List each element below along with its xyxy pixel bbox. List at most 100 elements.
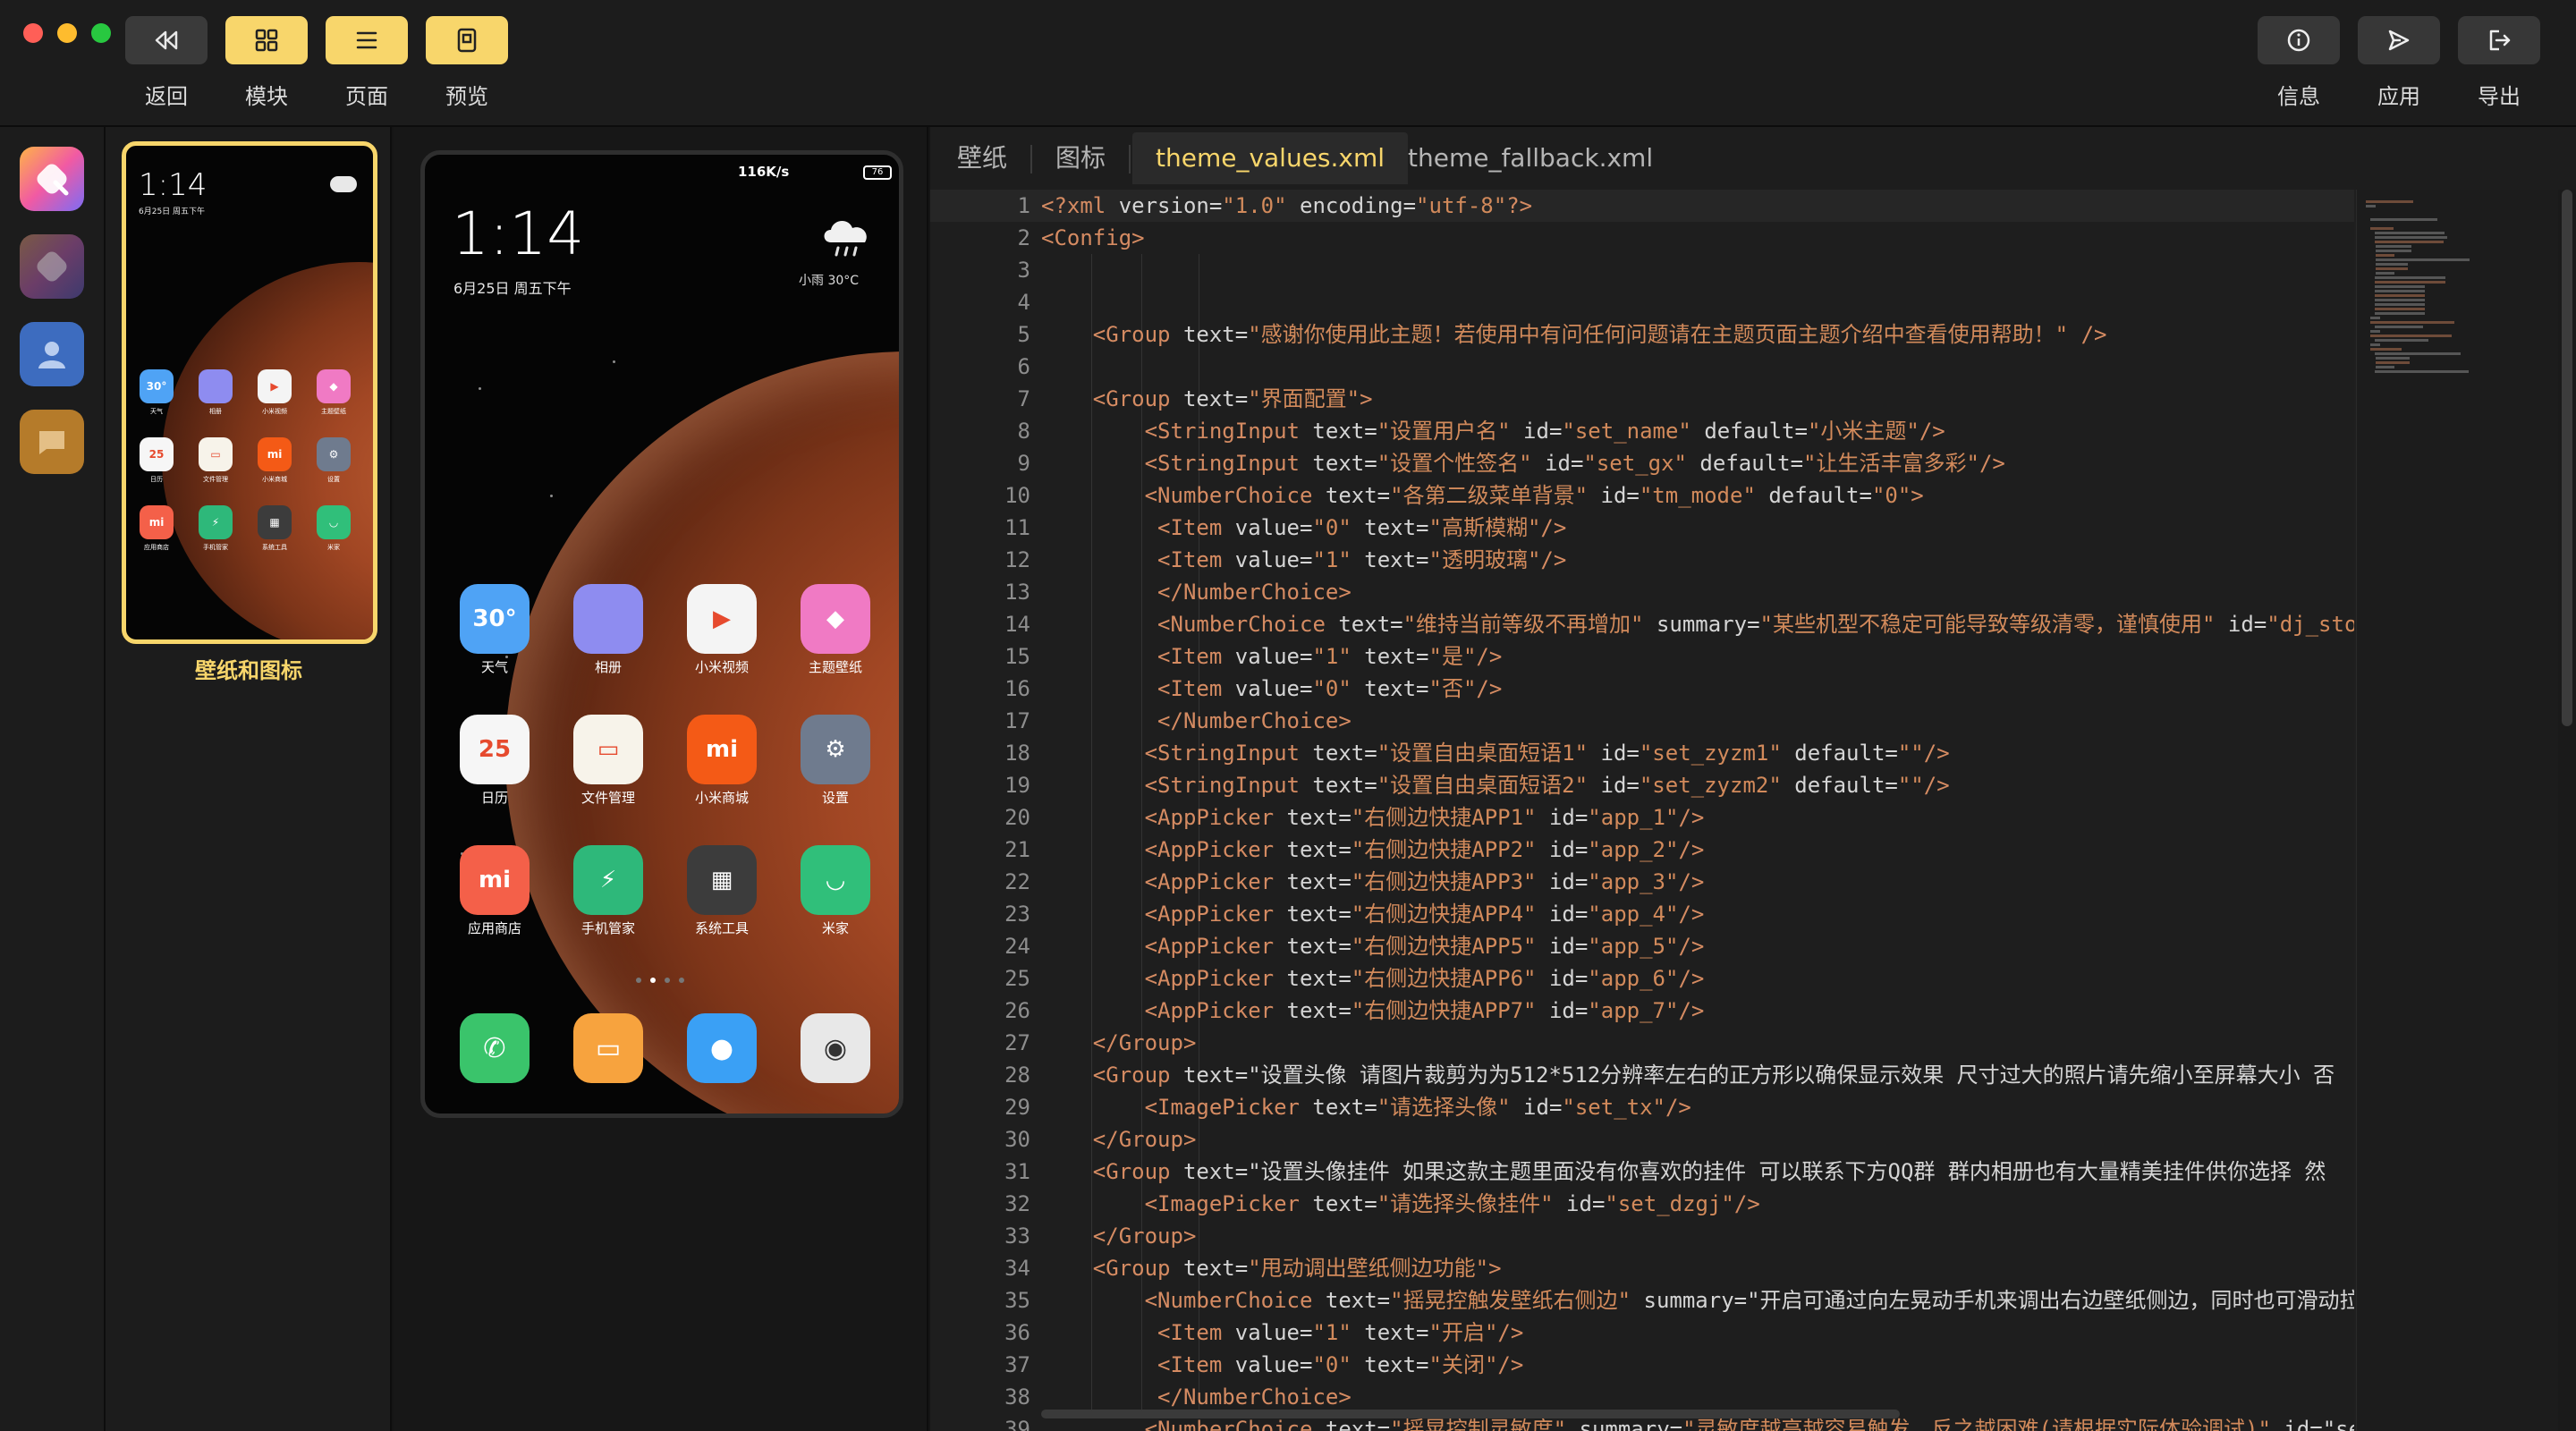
settings-app-shortcut[interactable]: ⚙ 设置 xyxy=(303,437,364,484)
star xyxy=(550,495,553,497)
code-line: 36 <Item value="1" text="开启"/> xyxy=(930,1317,2354,1349)
code-area[interactable]: 1 <?xml version="1.0" encoding="utf-8"?> 2… xyxy=(930,190,2354,1431)
app-name: 应用商店 xyxy=(144,544,169,551)
line-text: </Group> xyxy=(1092,1030,1197,1055)
camera-app-shortcut[interactable]: ◉ xyxy=(801,1013,870,1083)
phone-app-shortcut[interactable]: ✆ xyxy=(460,1013,530,1083)
page-dot xyxy=(679,978,684,983)
code-line: 2 <Config> xyxy=(930,222,2354,254)
line-text: </NumberChoice> xyxy=(1157,1384,1352,1410)
calendar-app-icon: 25 xyxy=(460,715,530,784)
weather-app-shortcut[interactable]: 30° 天气 xyxy=(446,584,543,676)
themes-app-shortcut[interactable]: ◆ 主题壁纸 xyxy=(303,369,364,416)
security-app-shortcut[interactable]: ⚡ 手机管家 xyxy=(185,505,246,552)
calendar-app-shortcut[interactable]: 25 日历 xyxy=(126,437,187,484)
tools-app-shortcut[interactable]: ▦ 系统工具 xyxy=(674,845,770,937)
tools-app-shortcut[interactable]: ▦ 系统工具 xyxy=(244,505,305,552)
gallery-app-shortcut[interactable]: 相册 xyxy=(560,584,657,676)
horizontal-scrollbar[interactable] xyxy=(1041,1410,1900,1418)
minimap-line xyxy=(2374,352,2462,355)
back-label: 返回 xyxy=(145,84,188,109)
weather-app-icon: 30° xyxy=(140,369,174,403)
weather-app-shortcut[interactable]: 30° 天气 xyxy=(126,369,187,416)
store-app-icon: mi xyxy=(460,845,530,915)
line-number: 24 xyxy=(1004,934,1030,959)
calendar-app-shortcut[interactable]: 25 日历 xyxy=(446,715,543,807)
settings-app-shortcut[interactable]: ⚙ 设置 xyxy=(787,715,884,807)
line-number: 38 xyxy=(1004,1384,1030,1410)
thumbnail-screen: 1:14 6月25日 周五下午 30° 天气 相册 ▶ 小米视频 ◆ 主题壁纸 25 日历 ▭ 文件… xyxy=(126,146,373,639)
thumbnail-label: 壁纸和图标 xyxy=(195,658,302,683)
line-text: <Item value="1" text="透明玻璃"/> xyxy=(1157,547,1567,572)
app-name: 文件管理 xyxy=(580,790,635,806)
app-name: 手机管家 xyxy=(580,920,635,936)
code-minimap[interactable] xyxy=(2356,190,2558,1431)
tab-theme-fallback[interactable]: theme_fallback.xml xyxy=(1385,132,1676,184)
themes-app-shortcut[interactable]: ◆ 主题壁纸 xyxy=(787,584,884,676)
code-line: 17 </NumberChoice> xyxy=(930,705,2354,737)
line-number: 25 xyxy=(1004,966,1030,991)
vertical-scrollbar[interactable] xyxy=(2558,190,2576,1431)
line-text: <AppPicker text="右侧边快捷APP2" id="app_2"/> xyxy=(1144,837,1705,862)
app-name: 天气 xyxy=(150,408,163,415)
store-app-icon: mi xyxy=(140,505,174,539)
minimap-line xyxy=(2369,227,2394,230)
video-app-shortcut[interactable]: ▶ 小米视频 xyxy=(674,584,770,676)
theme-app-icon[interactable] xyxy=(20,147,84,211)
mall-app-shortcut[interactable]: mi 小米商城 xyxy=(674,715,770,807)
store-app-shortcut[interactable]: mi 应用商店 xyxy=(126,505,187,552)
line-number: 2 xyxy=(1017,225,1030,250)
theme-app-dim-icon[interactable] xyxy=(20,234,84,299)
line-text: <Group text="设置头像 请图片裁剪为为512*512分辨率左右的正方… xyxy=(1092,1063,2335,1088)
security-app-shortcut[interactable]: ⚡ 手机管家 xyxy=(560,845,657,937)
minimap-line xyxy=(2375,263,2409,266)
page-indicator xyxy=(636,978,684,983)
tab-theme-values[interactable]: theme_values.xml xyxy=(1132,132,1409,184)
minimap-line xyxy=(2374,294,2425,297)
files-app-shortcut[interactable]: ▭ 文件管理 xyxy=(560,715,657,807)
line-number: 39 xyxy=(1004,1417,1030,1431)
files-app-shortcut[interactable]: ▭ 文件管理 xyxy=(185,437,246,484)
minimap-line xyxy=(2375,357,2410,360)
code-line: 7 <Group text="界面配置"> xyxy=(930,383,2354,415)
line-text: <StringInput text="设置用户名" id="set_name" … xyxy=(1144,419,1945,444)
line-number: 7 xyxy=(1017,386,1030,411)
code-line: 11 <Item value="0" text="高斯模糊"/> xyxy=(930,512,2354,544)
back-button[interactable] xyxy=(125,16,208,64)
tab-icons[interactable]: 图标 xyxy=(1032,132,1129,184)
app-rail xyxy=(0,127,106,1431)
rain-cloud-icon xyxy=(824,220,867,257)
minimap-line xyxy=(2375,245,2412,248)
line-text: <ImagePicker text="请选择头像挂件" id="set_dzgj… xyxy=(1144,1191,1760,1216)
apply-button[interactable] xyxy=(2358,16,2440,64)
modules-label: 模块 xyxy=(245,84,288,109)
app-name: 日历 xyxy=(150,476,163,483)
mijia-app-shortcut[interactable]: ◡ 米家 xyxy=(303,505,364,552)
app-name: 小米视频 xyxy=(262,408,287,415)
vertical-scrollbar-thumb[interactable] xyxy=(2562,190,2572,726)
window-close-button[interactable] xyxy=(23,23,43,43)
window-minimize-button[interactable] xyxy=(57,23,77,43)
window-maximize-button[interactable] xyxy=(91,23,111,43)
gallery-app-shortcut[interactable]: 相册 xyxy=(185,369,246,416)
line-number: 31 xyxy=(1004,1159,1030,1184)
info-button[interactable] xyxy=(2258,16,2340,64)
mijia-app-shortcut[interactable]: ◡ 米家 xyxy=(787,845,884,937)
tab-wallpaper[interactable]: 壁纸 xyxy=(934,132,1030,184)
mall-app-shortcut[interactable]: mi 小米商城 xyxy=(244,437,305,484)
pages-button[interactable] xyxy=(326,16,408,64)
weather-text: 小雨 30°C xyxy=(799,274,860,288)
chat-bubble-icon[interactable] xyxy=(20,410,84,474)
store-app-shortcut[interactable]: mi 应用商店 xyxy=(446,845,543,937)
user-icon[interactable] xyxy=(20,322,84,386)
line-number: 11 xyxy=(1004,515,1030,540)
messages-app-shortcut[interactable]: ▭ xyxy=(573,1013,643,1083)
line-number: 37 xyxy=(1004,1352,1030,1377)
preview-button[interactable] xyxy=(426,16,508,64)
modules-button[interactable] xyxy=(225,16,308,64)
video-app-shortcut[interactable]: ▶ 小米视频 xyxy=(244,369,305,416)
wallpaper-icons-thumbnail[interactable]: 1:14 6月25日 周五下午 30° 天气 相册 ▶ 小米视频 ◆ 主题壁纸 25 日历 ▭ 文件… xyxy=(122,141,377,644)
export-button[interactable] xyxy=(2458,16,2540,64)
code-line: 35 <NumberChoice text="摇晃控触发壁纸右侧边" summa… xyxy=(930,1284,2354,1317)
browser-app-shortcut[interactable]: ● xyxy=(687,1013,757,1083)
